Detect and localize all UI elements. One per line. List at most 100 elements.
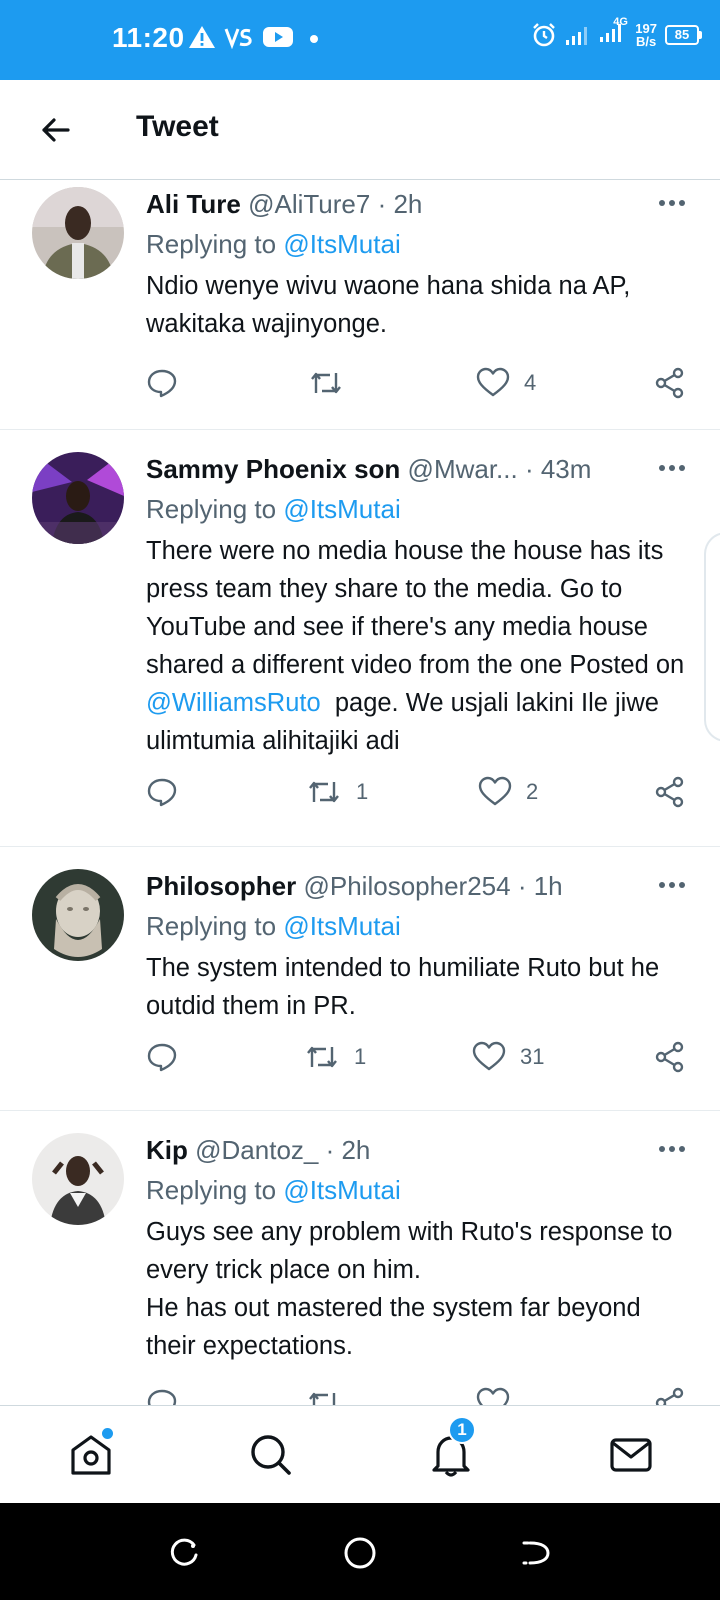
- reply-action[interactable]: [146, 776, 178, 808]
- vs-app-icon: [224, 28, 252, 49]
- home-circle-icon: [344, 1537, 376, 1569]
- mention-link[interactable]: @WilliamsRuto: [146, 689, 321, 717]
- reply-tweet[interactable]: Ali Ture @AliTure7 · 2h Replying to @Its…: [0, 181, 720, 430]
- tweet-text: Guys see any problem with Ruto's respons…: [146, 1218, 673, 1360]
- replying-to-handle[interactable]: @ItsMutai: [283, 229, 400, 259]
- retweet-action[interactable]: [306, 1387, 342, 1405]
- edge-panel-handle[interactable]: [704, 532, 720, 742]
- retweet-icon: [307, 1046, 337, 1068]
- avatar[interactable]: [32, 187, 124, 279]
- replying-to-handle[interactable]: @ItsMutai: [283, 1175, 400, 1205]
- nav-notifications[interactable]: 1: [426, 1416, 476, 1480]
- like-count: 4: [524, 370, 537, 395]
- reply-tweet[interactable]: Sammy Phoenix son @Mwar... · 43m Replyin…: [0, 430, 720, 847]
- tweet-time: · 2h: [377, 189, 423, 219]
- network-speed: 197 B/s: [635, 20, 657, 49]
- signal-icon-1: [566, 26, 588, 45]
- signal-icon-2: 4G: [599, 16, 628, 49]
- author-name[interactable]: Kip: [146, 1135, 188, 1165]
- reply-tweet[interactable]: Kip @Dantoz_ · 2h Replying to @ItsMutai …: [0, 1111, 720, 1405]
- tweet-text: Ndio wenye wivu waone hana shida na AP, …: [146, 272, 631, 338]
- replying-to-handle[interactable]: @ItsMutai: [283, 911, 400, 941]
- tweet-time: · 1h: [517, 871, 563, 901]
- share-action[interactable]: [654, 1041, 686, 1073]
- avatar[interactable]: [32, 1133, 124, 1225]
- retweet-action[interactable]: [308, 367, 358, 399]
- author-handle[interactable]: @Mwar...: [408, 454, 518, 484]
- replying-to: Replying to @ItsMutai: [146, 229, 401, 259]
- status-time: 11:20: [112, 22, 185, 53]
- battery-icon: 85: [665, 24, 702, 45]
- like-action[interactable]: 4: [476, 367, 536, 399]
- tweet-text: There were no media house the house has …: [146, 537, 685, 755]
- reply-action[interactable]: [146, 1041, 178, 1073]
- heart-icon: [472, 1041, 506, 1071]
- top-app-bar: Tweet: [0, 80, 720, 180]
- tweet-header: Philosopher @Philosopher254 · 1h: [146, 871, 563, 902]
- recents-icon: [170, 1538, 198, 1566]
- tweet-time: · 43m: [524, 454, 592, 484]
- back-nav-icon: [522, 1541, 550, 1565]
- retweet-count: 1: [356, 779, 369, 804]
- share-icon: [655, 1041, 684, 1073]
- notifications-badge: 1: [448, 1416, 476, 1444]
- heart-icon: [476, 367, 510, 397]
- network-type: 4G: [613, 16, 628, 28]
- author-handle[interactable]: @AliTure7: [248, 189, 370, 219]
- tweet-header: Ali Ture @AliTure7 · 2h: [146, 189, 422, 220]
- bottom-navigation: 1: [0, 1405, 720, 1503]
- nav-search[interactable]: [246, 1430, 296, 1480]
- back-system-button[interactable]: [518, 1535, 554, 1571]
- tweet-text: The system intended to humiliate Ruto bu…: [146, 954, 660, 1020]
- like-action[interactable]: 31: [472, 1041, 544, 1073]
- replying-to: Replying to @ItsMutai: [146, 911, 401, 941]
- unread-dot: [102, 1428, 113, 1439]
- retweet-action[interactable]: 1: [306, 776, 368, 808]
- tweet-header: Kip @Dantoz_ · 2h: [146, 1135, 370, 1166]
- back-button[interactable]: [36, 110, 76, 150]
- like-action[interactable]: 2: [478, 776, 538, 808]
- more-options-icon[interactable]: [656, 1139, 688, 1159]
- tweet-header: Sammy Phoenix son @Mwar... · 43m: [146, 454, 591, 485]
- nav-messages[interactable]: [606, 1430, 656, 1480]
- status-right-icons: 4G 197 B/s 85: [531, 16, 702, 49]
- replying-to-handle[interactable]: @ItsMutai: [283, 494, 400, 524]
- like-count: 31: [520, 1044, 545, 1069]
- author-name[interactable]: Philosopher: [146, 871, 296, 901]
- more-options-icon[interactable]: [656, 458, 688, 478]
- author-name[interactable]: Sammy Phoenix son: [146, 454, 400, 484]
- author-handle[interactable]: @Dantoz_: [195, 1135, 318, 1165]
- nav-home[interactable]: [66, 1428, 116, 1480]
- messages-icon: [610, 1438, 652, 1472]
- avatar[interactable]: [32, 869, 124, 961]
- more-options-icon[interactable]: [656, 875, 688, 895]
- share-action[interactable]: [654, 776, 686, 808]
- replies-feed[interactable]: Ali Ture @AliTure7 · 2h Replying to @Its…: [0, 181, 720, 1405]
- more-options-icon[interactable]: [656, 193, 688, 213]
- retweet-count: 1: [354, 1044, 367, 1069]
- tweet-time: · 2h: [325, 1135, 371, 1165]
- share-action[interactable]: [654, 1387, 686, 1405]
- share-icon: [655, 776, 684, 808]
- comment-icon: [147, 1389, 177, 1405]
- reply-action[interactable]: [146, 367, 178, 399]
- reply-action[interactable]: [146, 1387, 178, 1405]
- author-handle[interactable]: @Philosopher254: [303, 871, 510, 901]
- like-action[interactable]: [476, 1387, 510, 1405]
- retweet-icon: [309, 1392, 336, 1405]
- retweet-action[interactable]: 1: [304, 1041, 366, 1073]
- share-icon: [655, 1387, 684, 1405]
- replying-to: Replying to @ItsMutai: [146, 1175, 401, 1205]
- reply-tweet[interactable]: Philosopher @Philosopher254 · 1h Replyin…: [0, 847, 720, 1111]
- heart-icon: [476, 1387, 510, 1405]
- share-action[interactable]: [654, 367, 686, 399]
- comment-icon: [147, 369, 177, 398]
- avatar[interactable]: [32, 452, 124, 544]
- recents-button[interactable]: [166, 1535, 202, 1571]
- warning-icon: [189, 26, 215, 48]
- arrow-left-icon: [42, 118, 70, 142]
- home-button[interactable]: [342, 1535, 378, 1571]
- system-navigation-bar: [0, 1503, 720, 1600]
- retweet-icon: [311, 372, 341, 394]
- author-name[interactable]: Ali Ture: [146, 189, 241, 219]
